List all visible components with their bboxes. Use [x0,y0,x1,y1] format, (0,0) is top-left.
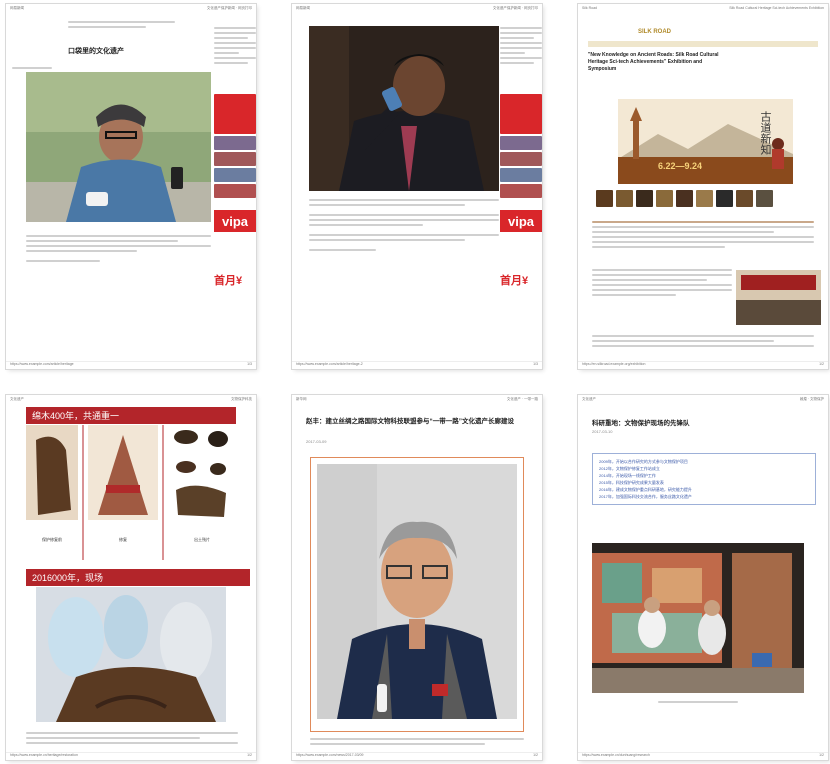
top-text-block [68,18,198,31]
page-footer-number: 1/3 [247,362,252,366]
body-text-2 [592,266,732,299]
timeline-item: 2015年，科技保护研究成果大量发表 [599,480,664,485]
page-header-center: 文化遗产保护新闻 · 网页打印 [492,6,538,10]
body-text [592,218,814,251]
left-meta [12,64,52,72]
timeline-item: 2014年，开始现场一线保护工作 [599,473,656,478]
ad-banner-bottom[interactable]: 首月¥ [500,272,542,288]
page-footer-url: https://www.example.cn/dunhuang/research [582,753,650,757]
article-title: "New Knowledge on Ancient Roads: Silk Ro… [588,52,719,72]
page-header-center: 文化遗产 · 一带一路 [506,397,538,401]
section-bar-1: 绵木400年，共通重一 [26,407,236,424]
body-text-3 [592,332,814,350]
page-footer-number: 1/2 [819,753,824,757]
article-title: 口袋里的文化遗产 [68,48,124,55]
page-header-center: 文化遗产保护新闻 · 网页打印 [206,6,252,10]
article-photo [26,72,211,222]
timeline-item: 2016年，建成文物保护重点科研基地，研究能力提升 [599,487,692,492]
page-footer-number: 1/2 [819,362,824,366]
page-footer-url: https://www.example.com/news/2017-03/09 [296,753,364,757]
nav-bar [588,41,818,47]
ad-banner[interactable]: vipa [500,210,542,232]
article-date: 2017-03-09 [306,439,327,444]
page-header-left: 新华网 [296,397,307,401]
page-footer-url: https://www.example.com/article/heritage… [296,362,363,366]
page-footer-url: https://www.example.com/article/heritage [10,362,74,366]
page-footer-number: 1/2 [247,753,252,757]
timeline-item: 2009年，开始以合作研究的方式参与文物保护项目 [599,459,688,464]
page-footer-number: 1/3 [533,362,538,366]
body-text [26,729,238,747]
artifact-caption-3: 出土残片 [194,537,210,542]
thumbnail-strip [596,190,773,207]
sidebar-ads: vipa 首月¥ [500,24,542,288]
page-thumbnail-4[interactable]: 文化遗产 文物保护科技 绵木400年，共通重一 保护修复前 修复 出土残片 20… [6,395,256,760]
photo-frame [310,457,524,732]
body-text [310,735,524,748]
ad-banner[interactable]: vipa [214,210,256,232]
exhibition-banner: 古道新知 6.22—9.24 [618,99,793,184]
artifact-caption-2: 修复 [119,537,127,542]
article-photo [309,26,499,191]
page-header-center: 敦煌 · 文物保护 [799,397,824,401]
banner-date: 6.22—9.24 [658,161,703,171]
timeline-box: 2009年，开始以合作研究的方式参与文物保护项目 2012年，文物保护修复工作站… [592,453,816,505]
page-header-left: 网易新闻 [10,6,24,10]
sidebar-ads: vipa 首月¥ [214,24,256,288]
section-bar-2: 2016000年，现场 [26,569,250,586]
page-footer-url: https://en.silkroad.example.org/exhibiti… [582,362,646,366]
artifact-grid: 保护修复前 修复 出土残片 [26,425,236,560]
page-footer-url: https://www.example.cn/heritage/restorat… [10,753,78,757]
symposium-photo [736,270,821,325]
page-header-left: 文化遗产 [582,397,596,401]
article-title: 赵丰：建立丝绸之路国际文物科技联盟参与“一带一路”文化遗产长廊建设 [306,418,514,425]
restoration-photo [36,587,226,722]
page-header-center: 文物保护科技 [231,397,252,401]
page-header-left: 文化遗产 [10,397,24,401]
page-footer-number: 1/2 [533,753,538,757]
page-thumbnail-5[interactable]: 新华网 文化遗产 · 一带一路 赵丰：建立丝绸之路国际文物科技联盟参与“一带一路… [292,395,542,760]
artifact-caption-1: 保护修复前 [42,537,62,542]
article-date: 2017-03-10 [592,429,613,434]
cave-photo [592,543,804,693]
page-header-left: 网易新闻 [296,6,310,10]
page-header-left: Silk Road [582,6,597,10]
photo-caption [658,698,738,706]
timeline-item: 2017年，加强国际科技交流合作，服务丝路文化遗产 [599,494,692,499]
page-thumbnail-1[interactable]: 网易新闻 文化遗产保护新闻 · 网页打印 口袋里的文化遗产 vipa 首月¥ h… [6,4,256,369]
article-title: 科研重地：文物保护现场的先锋队 [592,420,690,427]
page-thumbnail-3[interactable]: Silk Road Silk Road Cultural Heritage Sc… [578,4,828,369]
banner-title: 古道新知 [759,111,771,155]
page-header-center: Silk Road Cultural Heritage Sci-tech Ach… [729,6,824,10]
body-text [26,232,211,265]
page-thumbnail-2[interactable]: 网易新闻 文化遗产保护新闻 · 网页打印 vipa 首月¥ https://ww… [292,4,542,369]
body-text [309,196,499,254]
site-logo: SILK ROAD [638,29,671,35]
page-thumbnail-6[interactable]: 文化遗产 敦煌 · 文物保护 科研重地：文物保护现场的先锋队 2017-03-1… [578,395,828,760]
timeline-item: 2012年，文物保护修复工作站成立 [599,466,660,471]
ad-banner-bottom[interactable]: 首月¥ [214,272,256,288]
